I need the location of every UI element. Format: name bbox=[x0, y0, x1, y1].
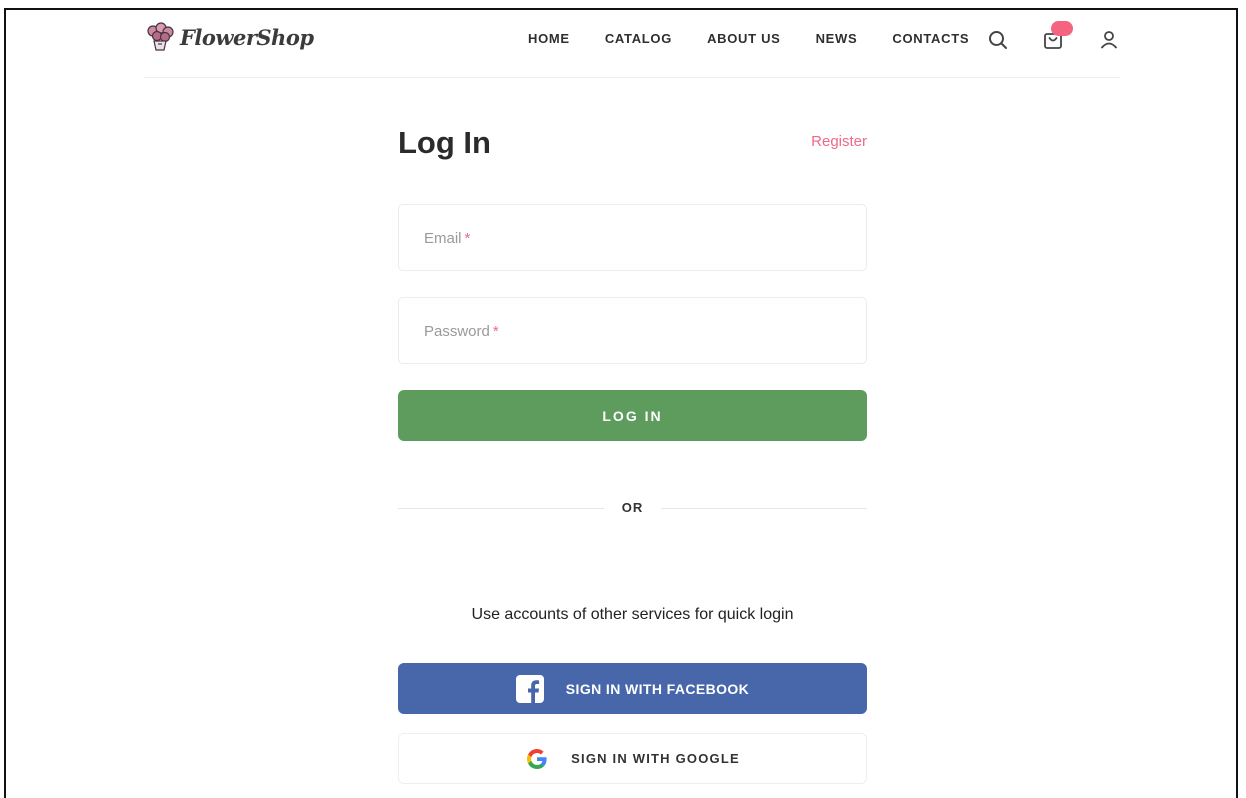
search-button[interactable] bbox=[986, 28, 1010, 52]
user-icon bbox=[1100, 31, 1118, 49]
register-link[interactable]: Register bbox=[811, 133, 867, 150]
quick-login-text: Use accounts of other services for quick… bbox=[471, 606, 794, 623]
cart-button[interactable] bbox=[1041, 21, 1073, 52]
password-field[interactable]: Password * bbox=[398, 297, 867, 364]
google-signin-button[interactable]: SIGN IN WITH GOOGLE bbox=[398, 733, 867, 784]
nav-catalog[interactable]: CATALOG bbox=[605, 31, 672, 46]
facebook-signin-label: SIGN IN WITH FACEBOOK bbox=[565, 680, 750, 697]
email-field[interactable]: Email * bbox=[398, 204, 867, 271]
search-icon bbox=[989, 31, 1007, 49]
password-input[interactable] bbox=[399, 298, 866, 363]
page-title: Log In bbox=[398, 125, 491, 160]
logo-text: FlowerShop bbox=[180, 24, 314, 50]
site-header: FlowerShop HOME CATALOG ABOUT US NEWS CO… bbox=[144, 16, 1120, 78]
flower-logo-icon bbox=[147, 22, 174, 51]
cart-badge bbox=[1051, 21, 1073, 36]
facebook-signin-button[interactable]: SIGN IN WITH FACEBOOK bbox=[398, 663, 867, 714]
nav-about-us[interactable]: ABOUT US bbox=[707, 31, 781, 46]
nav-news[interactable]: NEWS bbox=[816, 31, 858, 46]
nav-home[interactable]: HOME bbox=[528, 31, 570, 46]
or-divider: OR bbox=[398, 498, 867, 518]
email-input[interactable] bbox=[399, 205, 866, 270]
logo-link[interactable]: FlowerShop bbox=[144, 22, 314, 52]
nav-contacts[interactable]: CONTACTS bbox=[892, 31, 969, 46]
facebook-icon bbox=[515, 674, 544, 703]
account-button[interactable] bbox=[1097, 28, 1121, 52]
divider-line-right bbox=[661, 508, 867, 509]
google-signin-label: SIGN IN WITH GOOGLE bbox=[571, 751, 740, 766]
google-icon bbox=[527, 748, 547, 769]
main-nav: HOME CATALOG ABOUT US NEWS CONTACTS bbox=[528, 31, 1004, 46]
login-button[interactable]: LOG IN bbox=[398, 390, 867, 441]
